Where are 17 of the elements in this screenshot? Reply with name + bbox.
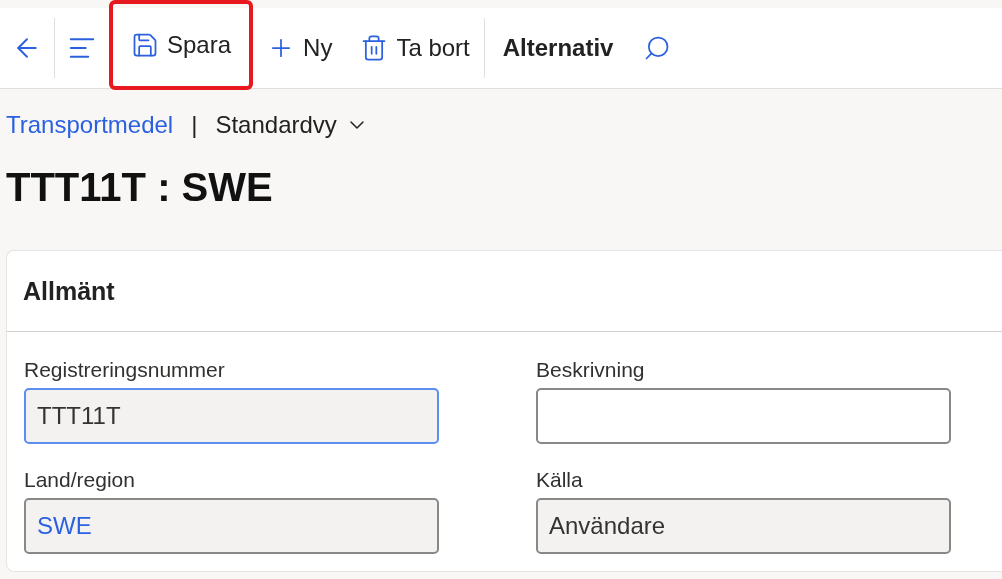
field-label: Registreringsnummer (24, 358, 226, 382)
toolbar-button[interactable]: Spara (117, 15, 246, 75)
field-label: Källa (536, 468, 584, 492)
field-label: Land/region (24, 468, 136, 492)
input-field[interactable]: SWE (24, 498, 439, 554)
toolbar-button[interactable]: Ny (253, 18, 347, 78)
input-field[interactable]: TTT11T (24, 388, 439, 444)
breadcrumb-link[interactable]: Transportmedel (6, 111, 174, 139)
toolbar-button[interactable]: Ta bort (346, 18, 484, 78)
view-selector[interactable]: Standardvy (215, 111, 369, 139)
page-title: TTT11T : SWE (6, 165, 274, 210)
input-field[interactable]: Användare (536, 498, 951, 554)
options-button[interactable]: Alternativ (484, 18, 632, 78)
input-field[interactable] (536, 388, 951, 444)
field-label: Beskrivning (536, 358, 646, 382)
section-title: Allmänt (23, 276, 115, 306)
breadcrumb-separator: | (191, 111, 198, 139)
